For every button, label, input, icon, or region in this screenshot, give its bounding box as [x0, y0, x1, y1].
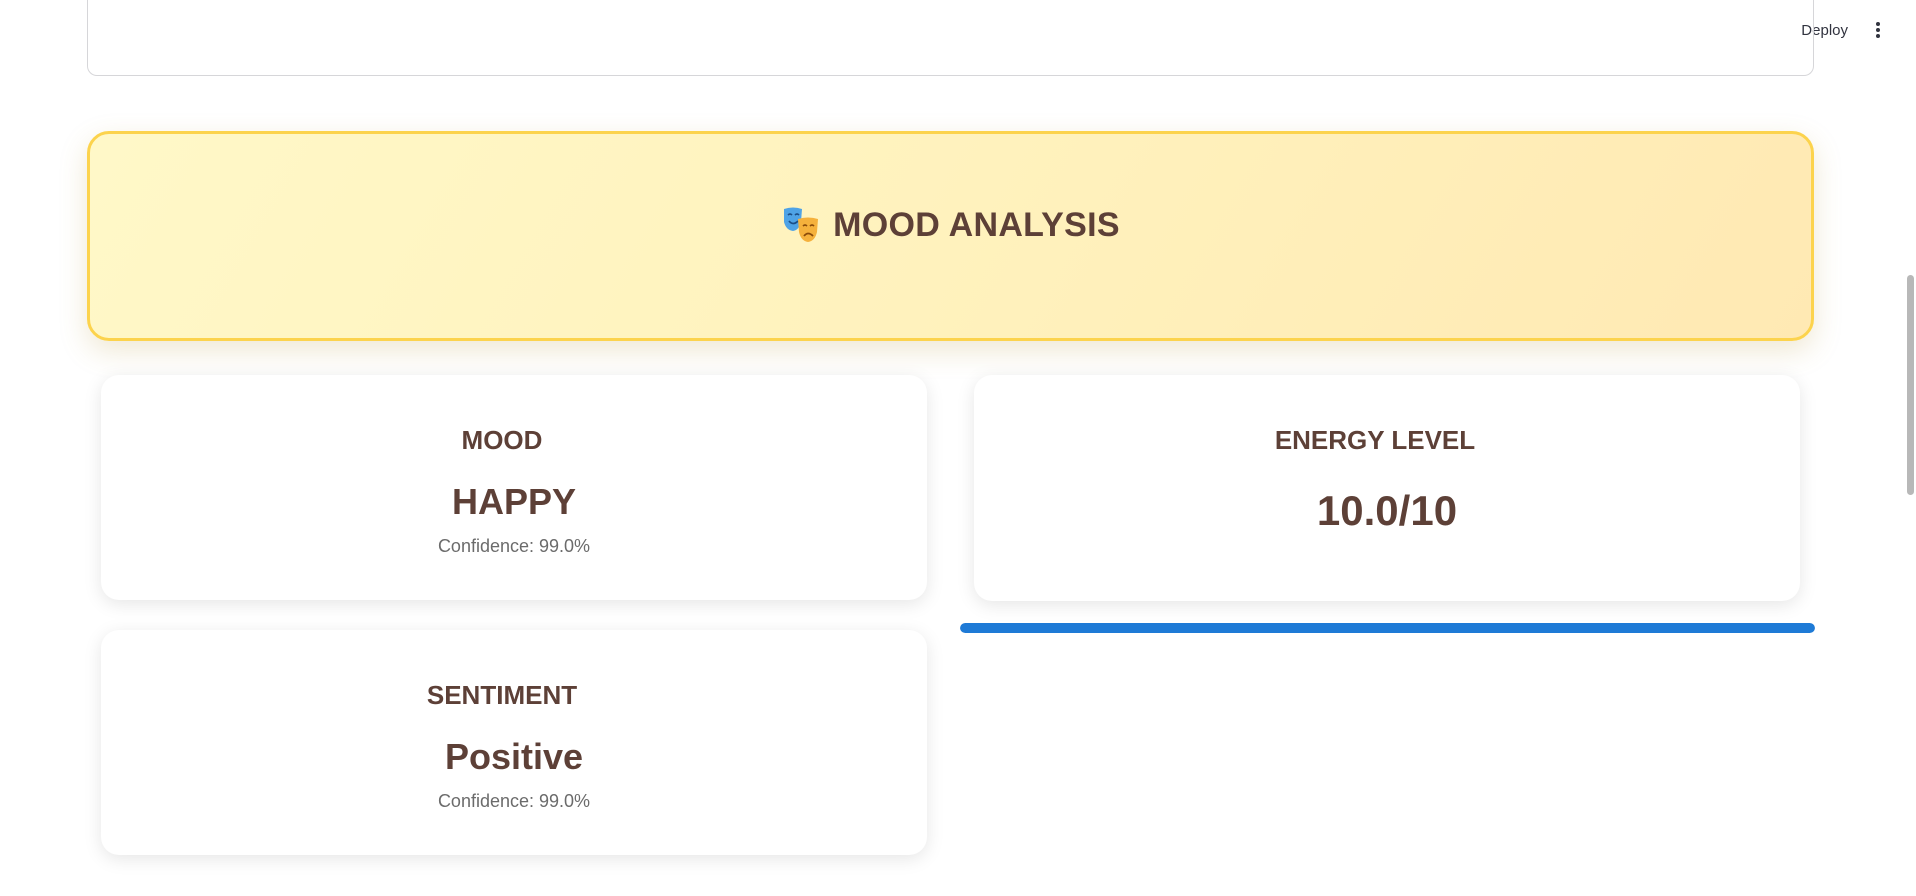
mood-confidence: Confidence: 99.0%	[437, 536, 591, 556]
banner-title: MOOD ANALYSIS	[833, 205, 1120, 244]
energy-value: 10.0/10	[1316, 487, 1458, 534]
mood-analysis-banner: MOOD ANALYSIS	[87, 131, 1814, 341]
mood-value: HAPPY	[451, 481, 577, 522]
energy-label: ENERGY LEVEL	[1274, 425, 1476, 455]
energy-card: ENERGY LEVEL 10.0/10	[974, 375, 1800, 601]
mood-card: MOOD HAPPY Confidence: 99.0%	[101, 375, 927, 600]
energy-progress-fill	[960, 623, 1815, 633]
previous-container	[87, 0, 1814, 76]
sentiment-label: SENTIMENT	[426, 680, 578, 710]
sentiment-value: Positive	[444, 736, 584, 777]
app-root: Deploy MOOD ANALYSIS MOOD HAPPY Confiden…	[0, 0, 1916, 896]
sentiment-confidence: Confidence: 99.0%	[437, 791, 591, 811]
mood-label: MOOD	[461, 425, 543, 455]
performing-arts-masks-icon	[784, 207, 819, 242]
scrollbar-thumb[interactable]	[1907, 275, 1914, 495]
sentiment-card: SENTIMENT Positive Confidence: 99.0%	[101, 630, 927, 855]
page-scrollbar[interactable]	[1902, 0, 1916, 896]
energy-progress-bar	[960, 623, 1815, 633]
vertical-ellipsis-icon[interactable]	[1870, 21, 1886, 39]
